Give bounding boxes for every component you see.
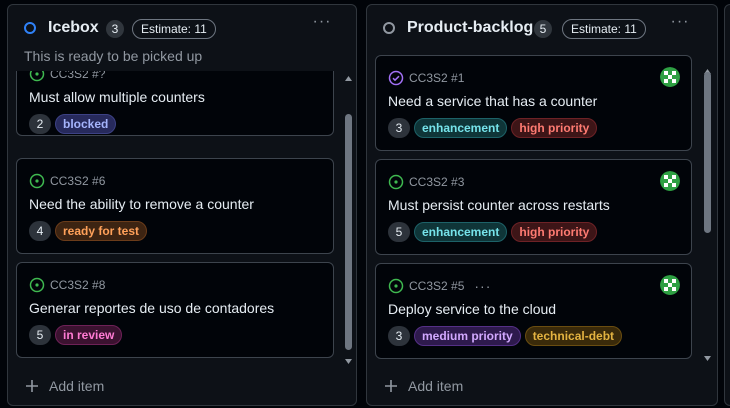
issue-reference[interactable]: CC3S2 #5 xyxy=(409,279,464,293)
label-high-priority[interactable]: high priority xyxy=(511,118,598,138)
estimate-chip: 3 xyxy=(388,118,410,138)
label-blocked[interactable]: blocked xyxy=(55,114,117,134)
scrollbar-thumb[interactable] xyxy=(345,114,352,350)
add-item-button[interactable]: Add item xyxy=(25,377,104,395)
avatar-identicon[interactable] xyxy=(660,171,680,191)
add-item-label: Add item xyxy=(408,378,464,394)
add-item-label: Add item xyxy=(49,378,105,394)
scroll-down-arrow-icon[interactable] xyxy=(344,357,353,366)
avatar-identicon[interactable] xyxy=(660,275,680,295)
label-enhancement[interactable]: enhancement xyxy=(414,222,508,242)
label-in-review[interactable]: in review xyxy=(55,325,123,345)
plus-icon xyxy=(385,380,397,392)
column-more-button[interactable]: ··· xyxy=(310,14,334,35)
card-meta: CC3S2 #? xyxy=(29,71,105,82)
open-issue-icon xyxy=(29,173,45,189)
estimate-badge: Estimate: 11 xyxy=(132,19,216,39)
column-more-button[interactable]: ··· xyxy=(668,14,692,35)
card-title[interactable]: Must persist counter across restarts xyxy=(388,197,610,213)
item-count-badge: 3 xyxy=(106,20,124,38)
estimate-chip: 3 xyxy=(388,326,410,346)
label-ready-for-test[interactable]: ready for test xyxy=(55,221,148,241)
status-circle-icon xyxy=(24,22,36,34)
card-title[interactable]: Need the ability to remove a counter xyxy=(29,196,254,212)
issue-card[interactable]: CC3S2 #5 ··· Deploy service to the cloud… xyxy=(375,263,692,359)
card-title[interactable]: Need a service that has a counter xyxy=(388,93,597,109)
estimate-badge: Estimate: 11 xyxy=(562,19,646,39)
open-issue-icon xyxy=(388,278,404,294)
vertical-scrollbar[interactable] xyxy=(344,74,353,366)
card-more-icon[interactable]: ··· xyxy=(474,279,491,293)
estimate-chip: 5 xyxy=(29,325,51,345)
column-icebox: Icebox 3 Estimate: 11 ··· This is ready … xyxy=(7,4,357,406)
card-meta: CC3S2 #1 xyxy=(388,70,464,86)
card-meta: CC3S2 #8 xyxy=(29,277,105,293)
card-title[interactable]: Deploy service to the cloud xyxy=(388,301,556,317)
open-issue-icon xyxy=(388,174,404,190)
label-medium-priority[interactable]: medium priority xyxy=(414,326,521,346)
column-header: Icebox 3 Estimate: 11 ··· xyxy=(8,5,356,51)
column-header: Product-backlog 5 Estimate: 11 ··· xyxy=(367,5,717,51)
estimate-chip: 4 xyxy=(29,221,51,241)
label-high-priority[interactable]: high priority xyxy=(511,222,598,242)
card-title[interactable]: Must allow multiple counters xyxy=(29,89,205,105)
scroll-down-arrow-icon[interactable] xyxy=(703,354,712,363)
scroll-up-arrow-icon[interactable] xyxy=(344,74,353,83)
issue-reference[interactable]: CC3S2 #6 xyxy=(50,174,105,188)
label-enhancement[interactable]: enhancement xyxy=(414,118,508,138)
estimate-chip: 2 xyxy=(29,114,51,134)
card-meta: CC3S2 #5 ··· xyxy=(388,278,491,294)
column-title[interactable]: Product-backlog xyxy=(407,19,533,37)
label-technical-debt[interactable]: technical-debt xyxy=(524,326,623,346)
card-list: CC3S2 #? Must allow multiple counters 2 … xyxy=(8,71,344,367)
issue-reference[interactable]: CC3S2 #8 xyxy=(50,278,105,292)
card-meta: CC3S2 #3 xyxy=(388,174,464,190)
vertical-scrollbar[interactable] xyxy=(703,67,712,367)
column-next-partial xyxy=(724,4,730,406)
add-item-button[interactable]: Add item xyxy=(384,377,463,395)
card-title[interactable]: Generar reportes de uso de contadores xyxy=(29,300,274,316)
card-meta: CC3S2 #6 xyxy=(29,173,105,189)
estimate-chip: 5 xyxy=(388,222,410,242)
open-issue-icon xyxy=(29,71,45,82)
column-title[interactable]: Icebox xyxy=(48,19,99,37)
issue-reference[interactable]: CC3S2 #? xyxy=(50,71,105,81)
issue-card[interactable]: CC3S2 #1 Need a service that has a count… xyxy=(375,55,692,151)
closed-issue-icon xyxy=(388,70,404,86)
card-list: CC3S2 #1 Need a service that has a count… xyxy=(367,53,701,365)
issue-card[interactable]: CC3S2 #8 Generar reportes de uso de cont… xyxy=(16,262,334,358)
open-issue-icon xyxy=(29,277,45,293)
plus-icon xyxy=(26,380,38,392)
issue-card[interactable]: CC3S2 #? Must allow multiple counters 2 … xyxy=(16,71,334,136)
scrollbar-thumb[interactable] xyxy=(704,72,711,233)
issue-card[interactable]: CC3S2 #6 Need the ability to remove a co… xyxy=(16,158,334,254)
column-product-backlog: Product-backlog 5 Estimate: 11 ··· CC3S2… xyxy=(366,4,718,406)
issue-reference[interactable]: CC3S2 #1 xyxy=(409,71,464,85)
issue-card[interactable]: CC3S2 #3 Must persist counter across res… xyxy=(375,159,692,255)
avatar-identicon[interactable] xyxy=(660,67,680,87)
item-count-badge: 5 xyxy=(534,20,552,38)
column-description: This is ready to be picked up xyxy=(24,48,203,64)
issue-reference[interactable]: CC3S2 #3 xyxy=(409,175,464,189)
status-circle-icon xyxy=(383,22,395,34)
